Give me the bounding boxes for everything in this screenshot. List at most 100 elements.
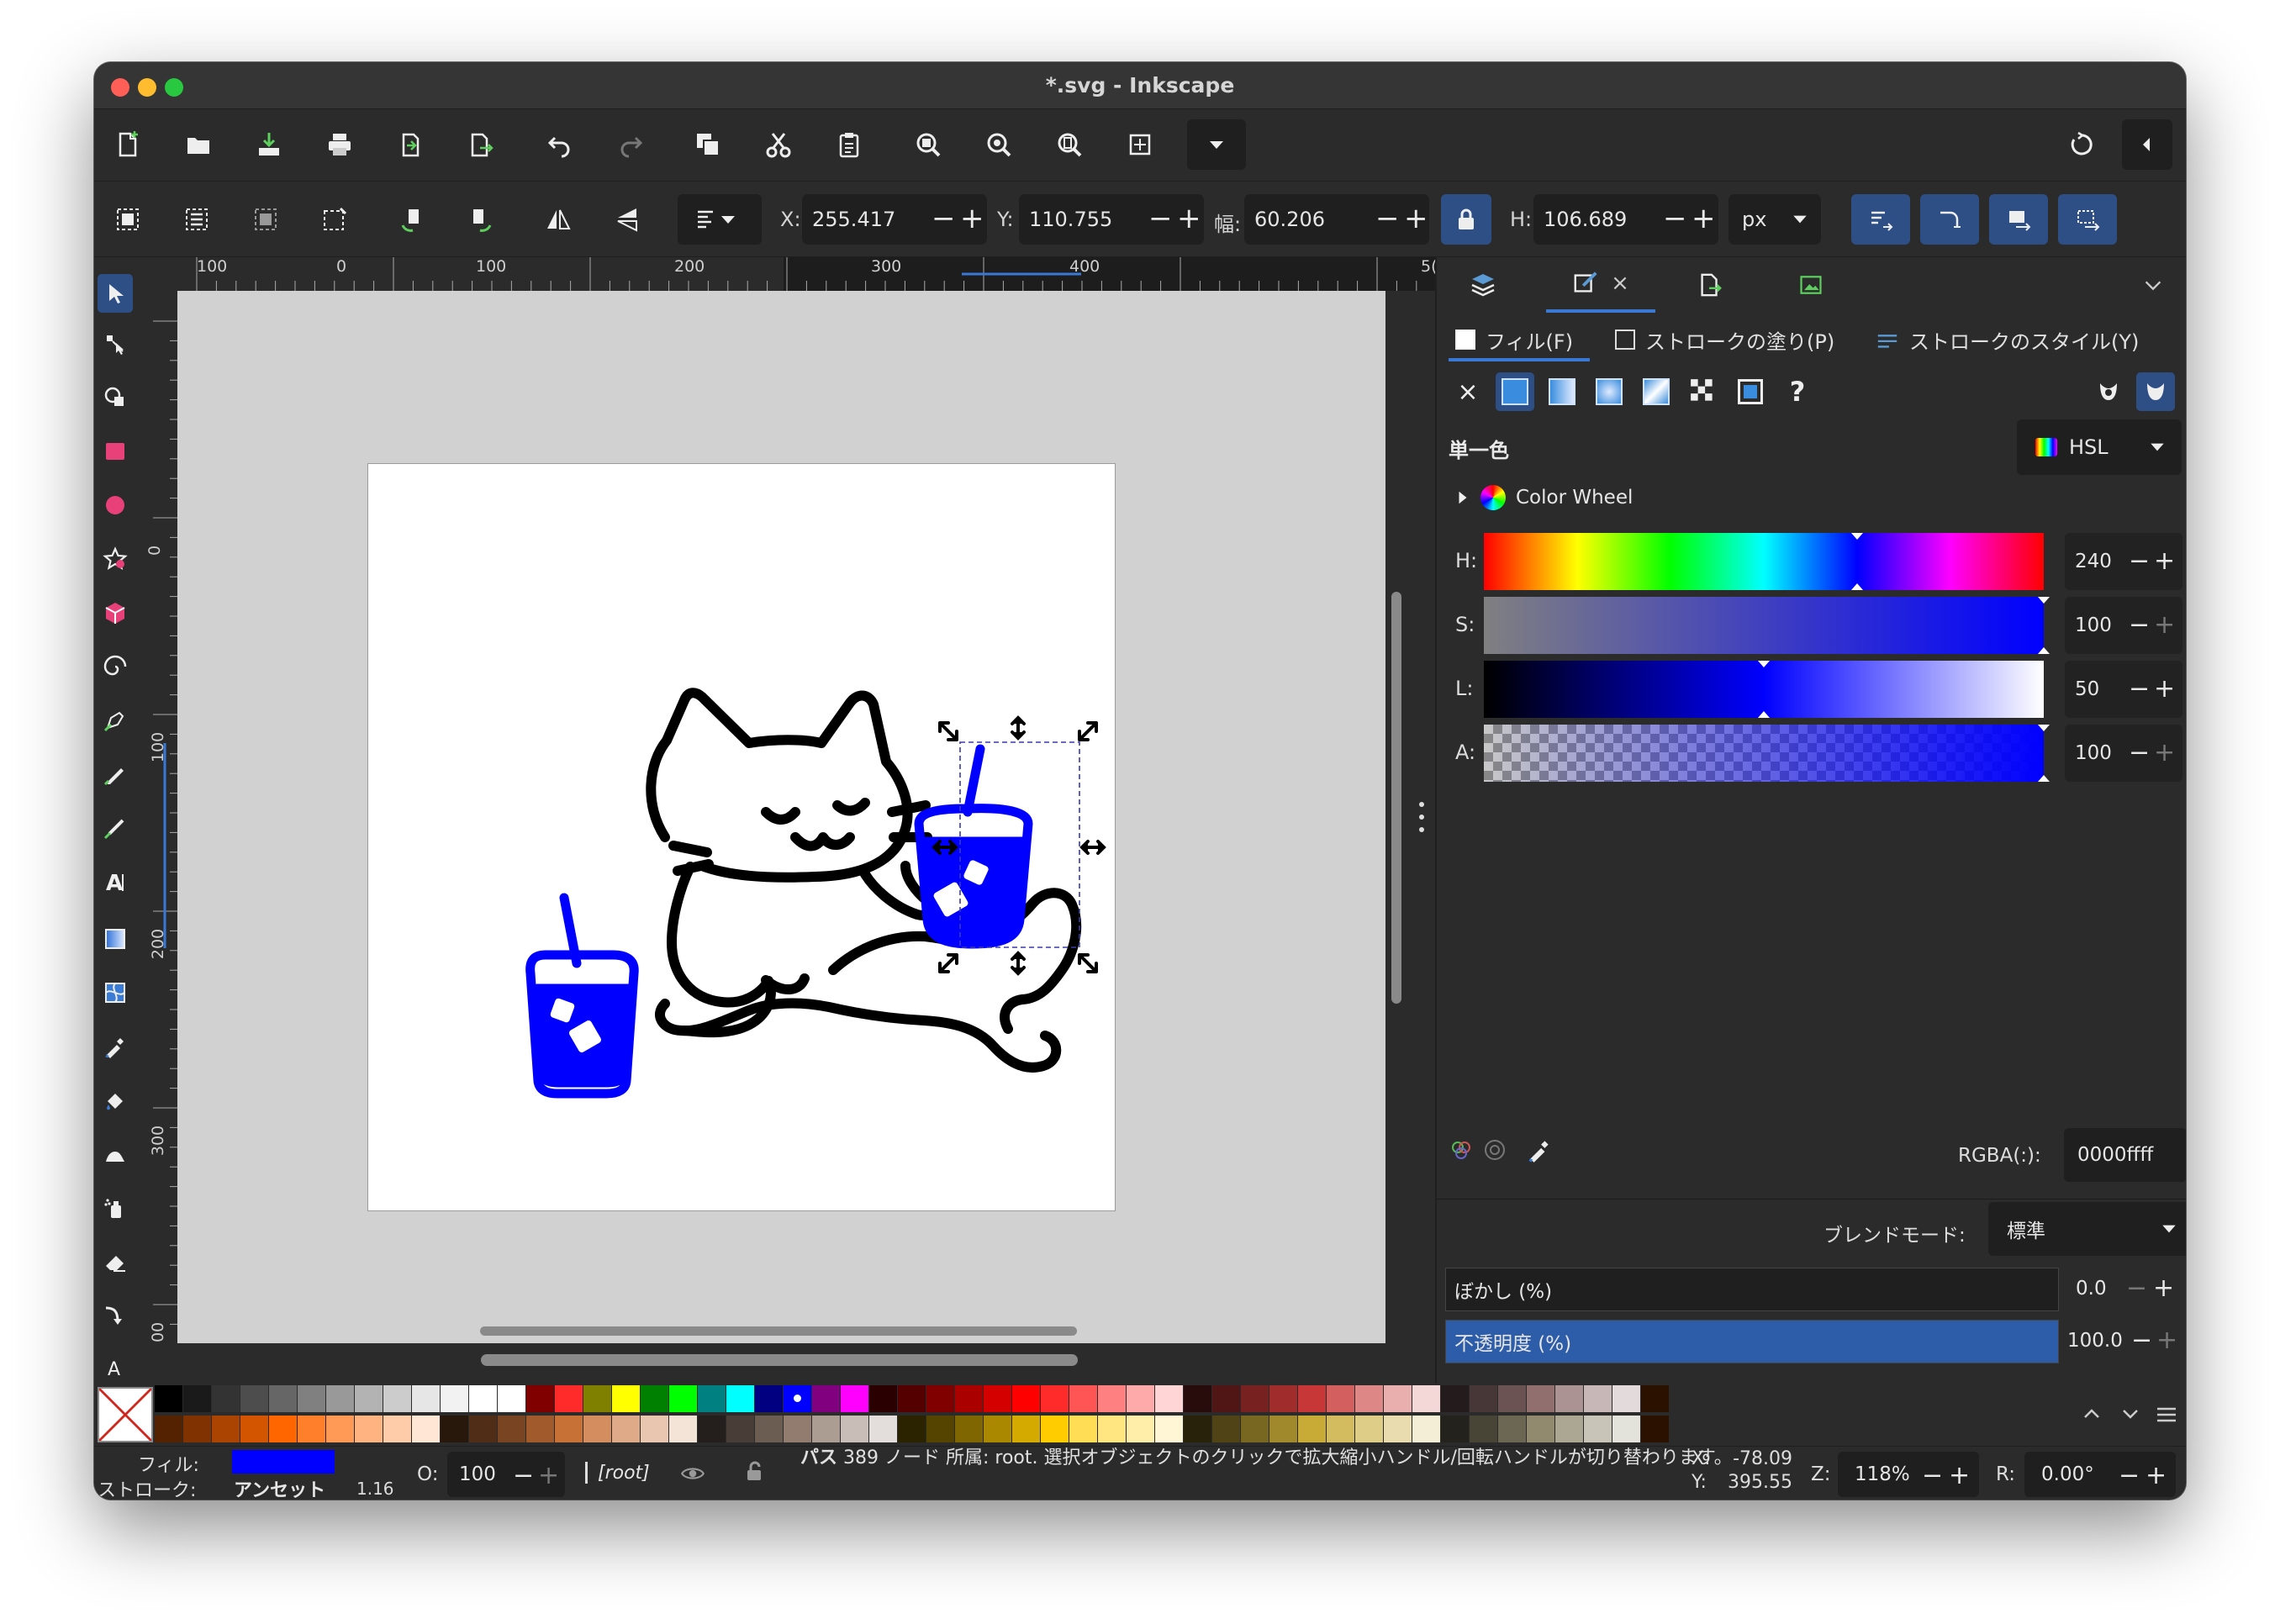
no-paint-swatch[interactable] (98, 1387, 153, 1442)
color-swatch[interactable] (1098, 1416, 1126, 1442)
color-swatch[interactable] (441, 1416, 468, 1442)
color-swatch[interactable] (1241, 1385, 1269, 1412)
color-swatch[interactable] (526, 1385, 554, 1412)
opacity-increment-button[interactable]: + (2156, 1326, 2177, 1355)
saturation-slider[interactable] (1484, 597, 2050, 654)
color-swatch[interactable] (1470, 1385, 1497, 1412)
color-swatch[interactable] (469, 1385, 497, 1412)
color-swatch[interactable] (669, 1416, 697, 1442)
fill-rule-nonzero-button[interactable] (2136, 372, 2175, 411)
pen-tool-icon[interactable] (101, 706, 129, 735)
alpha-increment-button[interactable]: + (2154, 739, 2175, 767)
color-swatch[interactable] (355, 1416, 383, 1442)
layer-indicator[interactable]: [root] (585, 1462, 650, 1484)
color-swatch[interactable] (812, 1385, 840, 1412)
color-swatch[interactable] (212, 1416, 240, 1442)
new-document-icon[interactable] (103, 119, 153, 170)
collapse-icon[interactable] (2122, 119, 2172, 170)
tab-layers[interactable] (1437, 257, 1529, 313)
color-swatch[interactable] (1298, 1385, 1326, 1412)
import-icon[interactable] (244, 119, 294, 170)
text-tool-icon[interactable]: A (101, 867, 129, 896)
color-swatch[interactable] (1012, 1416, 1040, 1442)
export-icon[interactable] (456, 119, 506, 170)
color-swatch[interactable] (1127, 1385, 1154, 1412)
box3d-tool-icon[interactable] (101, 598, 129, 627)
blur-increment-button[interactable]: + (2153, 1274, 2174, 1303)
linear-gradient-button[interactable] (1543, 372, 1581, 411)
w-field[interactable]: 60.206 (1244, 194, 1429, 245)
color-swatch[interactable] (155, 1385, 182, 1412)
color-swatch[interactable] (1184, 1385, 1211, 1412)
opacity-decrement-button[interactable]: − (2131, 1326, 2152, 1355)
zoom-field[interactable]: 118% − + (1838, 1452, 1979, 1497)
color-swatch[interactable] (812, 1416, 840, 1442)
y-increment-button[interactable]: + (1177, 204, 1201, 233)
color-swatch[interactable] (583, 1385, 611, 1412)
color-swatch[interactable] (1555, 1385, 1583, 1412)
color-swatch[interactable] (1355, 1416, 1383, 1442)
lock-ratio-icon[interactable] (1441, 194, 1491, 245)
scale-stroke-icon[interactable] (1851, 194, 1910, 245)
eraser-tool-icon[interactable] (101, 1247, 129, 1276)
spiral-tool-icon[interactable] (101, 652, 129, 681)
color-swatch[interactable] (726, 1416, 754, 1442)
cut-icon[interactable] (753, 119, 804, 170)
slider-marker[interactable] (1758, 661, 1770, 718)
color-swatch[interactable] (1384, 1385, 1412, 1412)
lightness-decrement-button[interactable]: − (2129, 675, 2150, 704)
opacity-status-increment[interactable]: + (538, 1462, 559, 1490)
lightness-slider[interactable] (1484, 661, 2044, 718)
color-swatch[interactable] (1441, 1385, 1469, 1412)
star-tool-icon[interactable] (101, 545, 129, 573)
scale-corners-icon[interactable] (1920, 194, 1979, 245)
open-icon[interactable] (173, 119, 224, 170)
color-swatch[interactable] (1069, 1385, 1097, 1412)
color-swatch[interactable] (469, 1416, 497, 1442)
shape-builder-icon[interactable] (101, 383, 129, 412)
calligraphy-tool-icon[interactable] (101, 814, 129, 842)
duplicate-icon[interactable] (385, 119, 435, 170)
out-of-gamut-icon[interactable] (1482, 1137, 1507, 1163)
hue-value[interactable]: 240− + (2065, 533, 2182, 590)
rotate-decrement-button[interactable]: − (2119, 1462, 2140, 1490)
y-decrement-button[interactable]: − (1148, 204, 1173, 233)
lightness-increment-button[interactable]: + (2154, 675, 2175, 704)
color-swatch[interactable] (355, 1385, 383, 1412)
move-patterns-icon[interactable] (2058, 194, 2117, 245)
paste-icon[interactable] (824, 119, 874, 170)
saturation-value[interactable]: 100− + (2065, 597, 2182, 654)
color-swatch[interactable] (1269, 1385, 1297, 1412)
color-swatch[interactable] (898, 1385, 926, 1412)
color-swatch[interactable] (726, 1385, 754, 1412)
color-swatch[interactable] (1527, 1385, 1554, 1412)
w-increment-button[interactable]: + (1404, 204, 1428, 233)
pencil-tool-icon[interactable] (101, 760, 129, 788)
opacity-status-decrement[interactable]: − (513, 1462, 534, 1490)
tab-stroke-paint[interactable]: ストロークの塗り(P) (1615, 321, 1834, 358)
color-swatch[interactable] (183, 1416, 211, 1442)
color-swatch[interactable] (755, 1416, 783, 1442)
sync-icon[interactable] (2056, 119, 2107, 170)
spray-tool-icon[interactable] (101, 1194, 129, 1222)
unset-paint-button[interactable]: ? (1778, 372, 1817, 411)
deselect-icon[interactable] (240, 194, 291, 245)
blur-decrement-button[interactable]: − (2126, 1274, 2147, 1303)
zoom-drawing-icon[interactable] (974, 119, 1024, 170)
color-swatch[interactable] (1212, 1385, 1240, 1412)
color-swatch[interactable] (1041, 1416, 1069, 1442)
color-swatch[interactable] (1184, 1416, 1211, 1442)
ellipse-tool-icon[interactable] (101, 491, 129, 519)
color-swatch[interactable] (298, 1416, 325, 1442)
slider-marker[interactable] (1851, 533, 1864, 590)
color-swatch[interactable] (412, 1416, 440, 1442)
color-swatch[interactable] (1641, 1416, 1669, 1442)
hue-slider[interactable] (1484, 533, 2044, 590)
color-swatch[interactable] (1069, 1416, 1097, 1442)
print-icon[interactable] (314, 119, 365, 170)
flip-horizontal-icon[interactable] (533, 194, 583, 245)
color-swatch[interactable] (1584, 1416, 1612, 1442)
color-swatch[interactable] (1298, 1416, 1326, 1442)
color-swatch[interactable] (1555, 1416, 1583, 1442)
color-swatch[interactable] (383, 1416, 411, 1442)
